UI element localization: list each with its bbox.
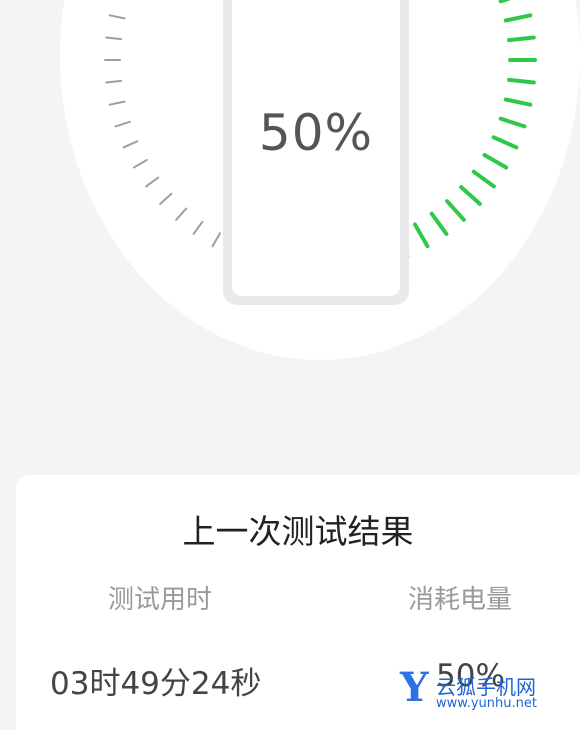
watermark-logo: Y 云狐手机网 www.yunhu.net [400,664,570,718]
progress-tick-inactive [108,14,126,20]
progress-tick-inactive [192,220,204,235]
card-title: 上一次测试结果 [182,512,414,551]
progress-tick-active [471,169,496,189]
progress-tick-active [503,13,533,23]
progress-tick-active [482,153,509,170]
progress-tick-active [413,222,430,249]
progress-tick-inactive [132,159,148,169]
progress-tick-inactive [145,176,160,188]
progress-tick-active [498,116,527,129]
progress-tick-inactive [122,140,139,149]
progress-tick-active [445,199,466,222]
progress-tick-active [503,97,533,107]
progress-tick-active [507,35,536,43]
consumption-label: 消耗电量 [408,585,513,615]
progress-tick-active [507,77,536,85]
progress-tick-active [459,185,482,206]
progress-tick-inactive [105,36,123,41]
progress-tick-inactive [105,79,123,84]
duration-label: 测试用时 [108,585,213,615]
progress-tick-active [498,0,512,4]
progress-tick-inactive [159,192,173,205]
watermark-url: www.yunhu.net [436,696,537,711]
progress-tick-inactive [211,232,221,248]
battery-level-text: 50% [258,104,374,162]
duration-value: 03时49分24秒 [50,666,262,702]
watermark-letter: Y [400,664,429,711]
progress-tick-inactive [108,100,126,106]
progress-tick-active [429,211,449,236]
progress-tick-inactive [114,120,131,128]
progress-tick-inactive [175,207,188,221]
battery-test-screen: 50% 上一次测试结果 测试用时 消耗电量 03时49分24秒 50% Y 云狐… [0,0,580,730]
progress-tick-active [491,135,519,150]
